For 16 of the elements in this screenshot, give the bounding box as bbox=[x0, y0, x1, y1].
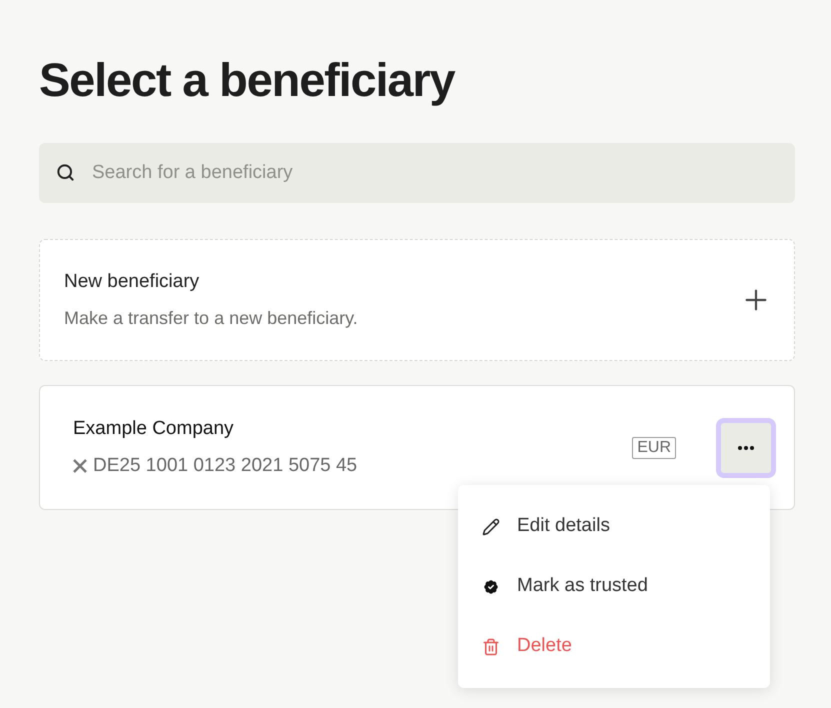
pencil-icon bbox=[482, 518, 500, 536]
new-beneficiary-card[interactable]: New beneficiary Make a transfer to a new beneficiary. bbox=[39, 239, 795, 361]
trash-icon bbox=[482, 638, 500, 656]
menu-item[interactable]: Edit details bbox=[458, 496, 770, 556]
card-title: New beneficiary bbox=[64, 270, 200, 294]
more-options-button[interactable] bbox=[716, 418, 776, 478]
search-field[interactable]: Search for a beneficiary bbox=[39, 143, 795, 203]
menu-item[interactable]: Mark as trusted bbox=[458, 556, 770, 616]
currency-tag: EUR bbox=[632, 436, 676, 458]
beneficiary-name: Example Company bbox=[73, 417, 235, 441]
page-title: Select a beneficiary bbox=[39, 52, 456, 108]
search-icon bbox=[56, 163, 75, 182]
verified-badge-icon bbox=[482, 578, 500, 596]
card-subtitle: Make a transfer to a new beneficiary. bbox=[64, 306, 358, 330]
iban-text: DE25 1001 0123 2021 5075 45 bbox=[93, 454, 358, 478]
ellipsis-icon bbox=[738, 446, 754, 450]
